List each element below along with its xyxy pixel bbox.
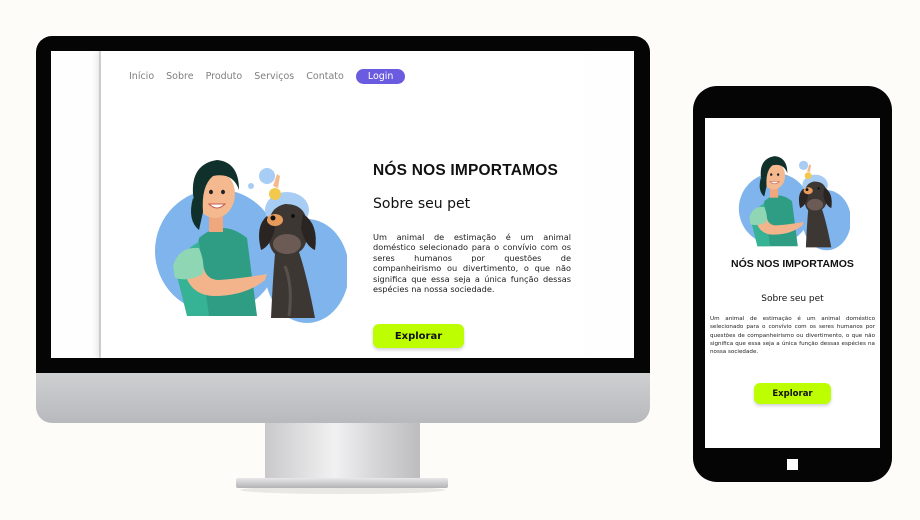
mobile-title: NÓS NOS IMPORTAMOS: [731, 258, 854, 270]
mockup-stage: Início Sobre Produto Serviços Contato Lo…: [0, 0, 920, 520]
explore-button[interactable]: Explorar: [373, 324, 464, 348]
hero-title: NÓS NOS IMPORTAMOS: [373, 162, 559, 179]
nav-item-sobre[interactable]: Sobre: [166, 71, 193, 82]
woman-with-dog-illustration: [155, 160, 347, 323]
woman-with-dog-illustration-mobile: [738, 156, 850, 251]
nav-item-contato[interactable]: Contato: [306, 71, 344, 82]
nav-item-produto[interactable]: Produto: [206, 71, 243, 82]
mobile-explore-button[interactable]: Explorar: [754, 383, 831, 404]
desktop-screen: Início Sobre Produto Serviços Contato Lo…: [51, 51, 634, 358]
nav-item-servicos[interactable]: Serviços: [254, 71, 294, 82]
mobile-description: Um animal de estimação é um animal domés…: [710, 316, 875, 356]
mobile-subtitle: Sobre seu pet: [761, 294, 824, 304]
monitor-chin: [36, 373, 650, 423]
home-button-icon[interactable]: [787, 459, 798, 470]
login-button[interactable]: Login: [355, 69, 406, 84]
monitor-base: [236, 478, 448, 488]
landing-page: Início Sobre Produto Serviços Contato Lo…: [101, 51, 585, 358]
nav-item-inicio[interactable]: Início: [129, 71, 154, 82]
hero-subtitle: Sobre seu pet: [373, 196, 471, 212]
monitor-stand: [265, 423, 420, 481]
top-nav: Início Sobre Produto Serviços Contato Lo…: [129, 69, 406, 84]
hero-description: Um animal de estimação é um animal domés…: [373, 232, 571, 295]
mobile-screen: NÓS NOS IMPORTAMOS Sobre seu pet Um anim…: [705, 118, 880, 448]
